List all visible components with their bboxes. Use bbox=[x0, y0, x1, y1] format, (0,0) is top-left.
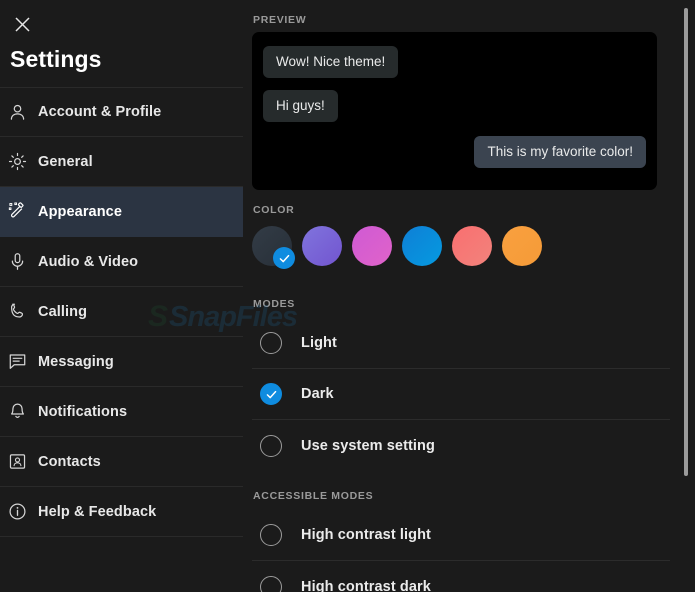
settings-window: Settings Account & Profile General Appea… bbox=[0, 0, 695, 592]
accessible-mode-option-high-contrast-light[interactable]: High contrast light bbox=[252, 510, 670, 561]
radio-button[interactable] bbox=[260, 575, 282, 592]
mode-option-light[interactable]: Light bbox=[252, 318, 670, 369]
sidebar-item-label: Help & Feedback bbox=[38, 503, 157, 520]
chat-icon bbox=[8, 350, 38, 374]
scrollbar-thumb[interactable] bbox=[684, 8, 688, 476]
microphone-icon bbox=[8, 250, 38, 274]
appearance-settings-panel: PREVIEW Wow! Nice theme! Hi guys! This i… bbox=[243, 0, 695, 592]
sidebar-item-label: Contacts bbox=[38, 453, 101, 470]
radio-button[interactable] bbox=[260, 434, 282, 457]
radio-button-selected[interactable] bbox=[260, 383, 282, 405]
magic-wand-icon bbox=[8, 200, 38, 224]
sidebar-item-notifications[interactable]: Notifications bbox=[0, 387, 243, 437]
sidebar-item-label: Calling bbox=[38, 303, 88, 320]
sidebar-item-general[interactable]: General bbox=[0, 137, 243, 187]
mode-option-label: Dark bbox=[301, 386, 334, 402]
preview-message-incoming-1: Wow! Nice theme! bbox=[263, 46, 399, 78]
person-icon bbox=[8, 100, 38, 124]
preview-message-incoming-2: Hi guys! bbox=[263, 90, 338, 122]
sidebar-item-help-feedback[interactable]: Help & Feedback bbox=[0, 487, 243, 537]
mode-option-dark[interactable]: Dark bbox=[252, 369, 670, 420]
color-swatch-slate[interactable] bbox=[252, 226, 295, 269]
settings-sidebar: Settings Account & Profile General Appea… bbox=[0, 0, 243, 592]
sidebar-item-messaging[interactable]: Messaging bbox=[0, 337, 243, 387]
accessible-modes-section-heading: ACCESSIBLE MODES bbox=[253, 490, 374, 502]
sidebar-item-label: Audio & Video bbox=[38, 253, 139, 270]
sidebar-item-appearance[interactable]: Appearance bbox=[0, 187, 243, 237]
mode-option-label: Light bbox=[301, 335, 337, 351]
accessible-modes-option-list: High contrast light High contrast dark bbox=[252, 510, 670, 592]
sidebar-item-label: Account & Profile bbox=[38, 104, 162, 120]
sidebar-nav: Account & Profile General Appearance Aud… bbox=[0, 87, 243, 537]
bell-icon bbox=[8, 400, 38, 424]
accessible-mode-option-label: High contrast dark bbox=[301, 578, 431, 592]
color-swatch-purple[interactable] bbox=[302, 226, 342, 266]
radio-button[interactable] bbox=[260, 332, 282, 354]
gear-icon bbox=[8, 150, 38, 174]
sidebar-item-account-profile[interactable]: Account & Profile bbox=[0, 87, 243, 137]
accessible-mode-option-high-contrast-dark[interactable]: High contrast dark bbox=[252, 561, 670, 592]
sidebar-item-label: Notifications bbox=[38, 403, 128, 420]
color-swatch-orange[interactable] bbox=[502, 226, 542, 266]
sidebar-item-label: Appearance bbox=[38, 203, 123, 220]
mode-option-use-system-setting[interactable]: Use system setting bbox=[252, 420, 670, 471]
close-icon bbox=[14, 16, 31, 33]
modes-section-heading: MODES bbox=[253, 298, 296, 310]
scrollbar-track[interactable] bbox=[683, 0, 692, 592]
info-icon bbox=[8, 500, 38, 524]
accessible-mode-option-label: High contrast light bbox=[301, 527, 431, 543]
contact-card-icon bbox=[8, 450, 38, 474]
preview-section-heading: PREVIEW bbox=[253, 14, 307, 26]
color-section-heading: COLOR bbox=[253, 204, 295, 216]
color-swatch-pink[interactable] bbox=[352, 226, 392, 266]
theme-preview-box: Wow! Nice theme! Hi guys! This is my fav… bbox=[252, 32, 657, 190]
modes-option-list: Light Dark Use system setting bbox=[252, 318, 670, 471]
sidebar-item-contacts[interactable]: Contacts bbox=[0, 437, 243, 487]
mode-option-label: Use system setting bbox=[301, 437, 435, 454]
page-title: Settings bbox=[10, 46, 102, 72]
color-swatch-coral[interactable] bbox=[452, 226, 492, 266]
close-button[interactable] bbox=[6, 8, 38, 40]
sidebar-item-calling[interactable]: Calling bbox=[0, 287, 243, 337]
phone-icon bbox=[8, 300, 38, 324]
check-icon bbox=[273, 247, 295, 269]
radio-button[interactable] bbox=[260, 524, 282, 546]
sidebar-item-label: General bbox=[38, 153, 93, 170]
sidebar-item-audio-video[interactable]: Audio & Video bbox=[0, 237, 243, 287]
color-swatch-blue[interactable] bbox=[402, 226, 442, 266]
preview-message-outgoing-1: This is my favorite color! bbox=[474, 136, 646, 168]
sidebar-item-label: Messaging bbox=[38, 353, 114, 370]
color-swatch-row bbox=[252, 226, 542, 269]
